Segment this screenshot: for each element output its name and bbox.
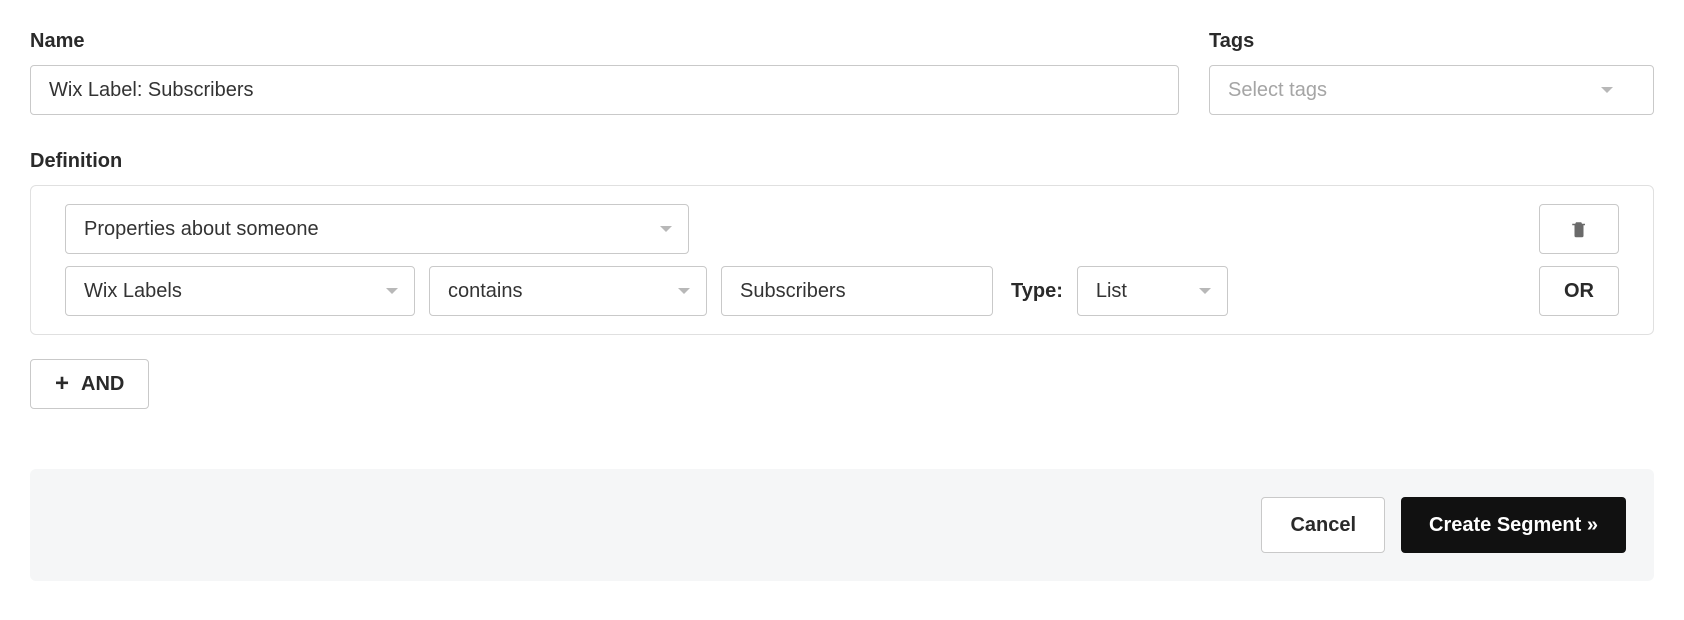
tags-select-placeholder: Select tags (1228, 79, 1327, 102)
property-select[interactable]: Wix Labels (65, 266, 415, 316)
definition-group: Properties about someone Wix Labels cont… (30, 185, 1654, 335)
and-button[interactable]: + AND (30, 359, 149, 409)
condition-type-value: Properties about someone (84, 218, 319, 241)
property-value: Wix Labels (84, 280, 182, 303)
value-input[interactable]: Subscribers (721, 266, 993, 316)
chevron-down-icon (1199, 288, 1211, 294)
cancel-button[interactable]: Cancel (1261, 497, 1385, 553)
chevron-down-icon (660, 226, 672, 232)
or-button[interactable]: OR (1539, 266, 1619, 316)
type-value: List (1096, 280, 1127, 303)
create-segment-label: Create Segment » (1429, 514, 1598, 537)
condition-type-select[interactable]: Properties about someone (65, 204, 689, 254)
chevron-down-icon (1601, 87, 1613, 93)
cancel-label: Cancel (1290, 514, 1356, 537)
name-label: Name (30, 30, 1179, 53)
tags-select[interactable]: Select tags (1209, 65, 1654, 115)
trash-icon (1570, 219, 1588, 239)
delete-condition-button[interactable] (1539, 204, 1619, 254)
value-text: Subscribers (740, 280, 846, 303)
chevron-down-icon (386, 288, 398, 294)
chevron-down-icon (678, 288, 690, 294)
name-input[interactable] (30, 65, 1179, 115)
definition-label: Definition (30, 150, 1654, 173)
operator-value: contains (448, 280, 523, 303)
plus-icon: + (55, 372, 69, 396)
and-label: AND (81, 373, 124, 396)
type-select[interactable]: List (1077, 266, 1228, 316)
create-segment-button[interactable]: Create Segment » (1401, 497, 1626, 553)
operator-select[interactable]: contains (429, 266, 707, 316)
footer-actions: Cancel Create Segment » (30, 469, 1654, 581)
tags-label: Tags (1209, 30, 1654, 53)
type-label: Type: (1011, 280, 1063, 303)
or-label: OR (1564, 280, 1594, 303)
